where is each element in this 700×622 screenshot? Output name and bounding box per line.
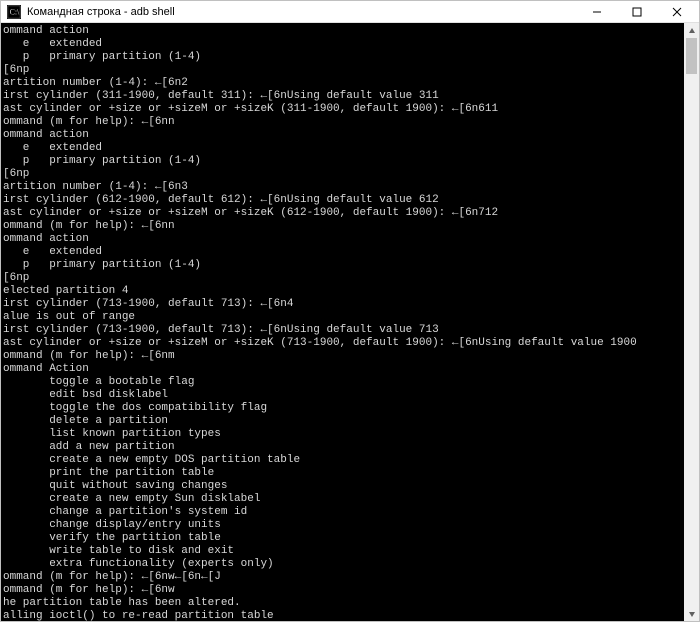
console-line: p primary partition (1-4) (3, 259, 684, 272)
console-line: [6np (3, 272, 684, 285)
scrollbar-track[interactable] (684, 38, 699, 606)
console-line: artition number (1-4): ←[6n3 (3, 181, 684, 194)
console-line: p primary partition (1-4) (3, 51, 684, 64)
console-line: ommand action (3, 25, 684, 38)
console-line: [6np (3, 168, 684, 181)
console-line: irst cylinder (713-1900, default 713): ←… (3, 324, 684, 337)
console-line: ommand Action (3, 363, 684, 376)
console-line: e extended (3, 246, 684, 259)
scroll-up-button[interactable] (684, 23, 699, 38)
window-title: Командная строка - adb shell (27, 6, 577, 18)
console-line: verify the partition table (3, 532, 684, 545)
console-line: create a new empty Sun disklabel (3, 493, 684, 506)
console-line: [6np (3, 64, 684, 77)
minimize-button[interactable] (577, 2, 617, 22)
console-line: ast cylinder or +size or +sizeM or +size… (3, 337, 684, 350)
cmd-icon: C:\ (7, 5, 21, 19)
close-button[interactable] (657, 2, 697, 22)
console-line: toggle a bootable flag (3, 376, 684, 389)
console-line: create a new empty DOS partition table (3, 454, 684, 467)
console-line: e extended (3, 38, 684, 51)
console-line: ommand (m for help): ←[6nn (3, 116, 684, 129)
console-line: elected partition 4 (3, 285, 684, 298)
titlebar[interactable]: C:\ Командная строка - adb shell (1, 1, 699, 23)
console-line: ommand action (3, 233, 684, 246)
console-line: add a new partition (3, 441, 684, 454)
console-line: extra functionality (experts only) (3, 558, 684, 571)
console-line: write table to disk and exit (3, 545, 684, 558)
console-line: ast cylinder or +size or +sizeM or +size… (3, 103, 684, 116)
console-line: print the partition table (3, 467, 684, 480)
console-line: ommand (m for help): ←[6nn (3, 220, 684, 233)
window-body: ommand action e extended p primary parti… (1, 23, 699, 621)
console-line: ommand (m for help): ←[6nw (3, 584, 684, 597)
scroll-down-button[interactable] (684, 606, 699, 621)
scrollbar-thumb[interactable] (686, 38, 697, 74)
console-line: quit without saving changes (3, 480, 684, 493)
console-line: change a partition's system id (3, 506, 684, 519)
svg-text:C:\: C:\ (10, 7, 20, 16)
console-line: ommand action (3, 129, 684, 142)
console-line: edit bsd disklabel (3, 389, 684, 402)
window-controls (577, 2, 697, 22)
console-line: toggle the dos compatibility flag (3, 402, 684, 415)
console-line: irst cylinder (311-1900, default 311): ←… (3, 90, 684, 103)
console-line: p primary partition (1-4) (3, 155, 684, 168)
console-line: artition number (1-4): ←[6n2 (3, 77, 684, 90)
console-line: irst cylinder (713-1900, default 713): ←… (3, 298, 684, 311)
console-line: alue is out of range (3, 311, 684, 324)
console-line: irst cylinder (612-1900, default 612): ←… (3, 194, 684, 207)
console-line: e extended (3, 142, 684, 155)
console-line: ast cylinder or +size or +sizeM or +size… (3, 207, 684, 220)
console-output[interactable]: ommand action e extended p primary parti… (1, 23, 684, 621)
console-line: ommand (m for help): ←[6nm (3, 350, 684, 363)
vertical-scrollbar[interactable] (684, 23, 699, 621)
console-line: delete a partition (3, 415, 684, 428)
console-line: change display/entry units (3, 519, 684, 532)
console-line: alling ioctl() to re-read partition tabl… (3, 610, 684, 621)
console-line: he partition table has been altered. (3, 597, 684, 610)
console-line: ommand (m for help): ←[6nw←[6n←[J (3, 571, 684, 584)
window-frame: C:\ Командная строка - adb shell ommand … (0, 0, 700, 622)
console-line: list known partition types (3, 428, 684, 441)
maximize-button[interactable] (617, 2, 657, 22)
